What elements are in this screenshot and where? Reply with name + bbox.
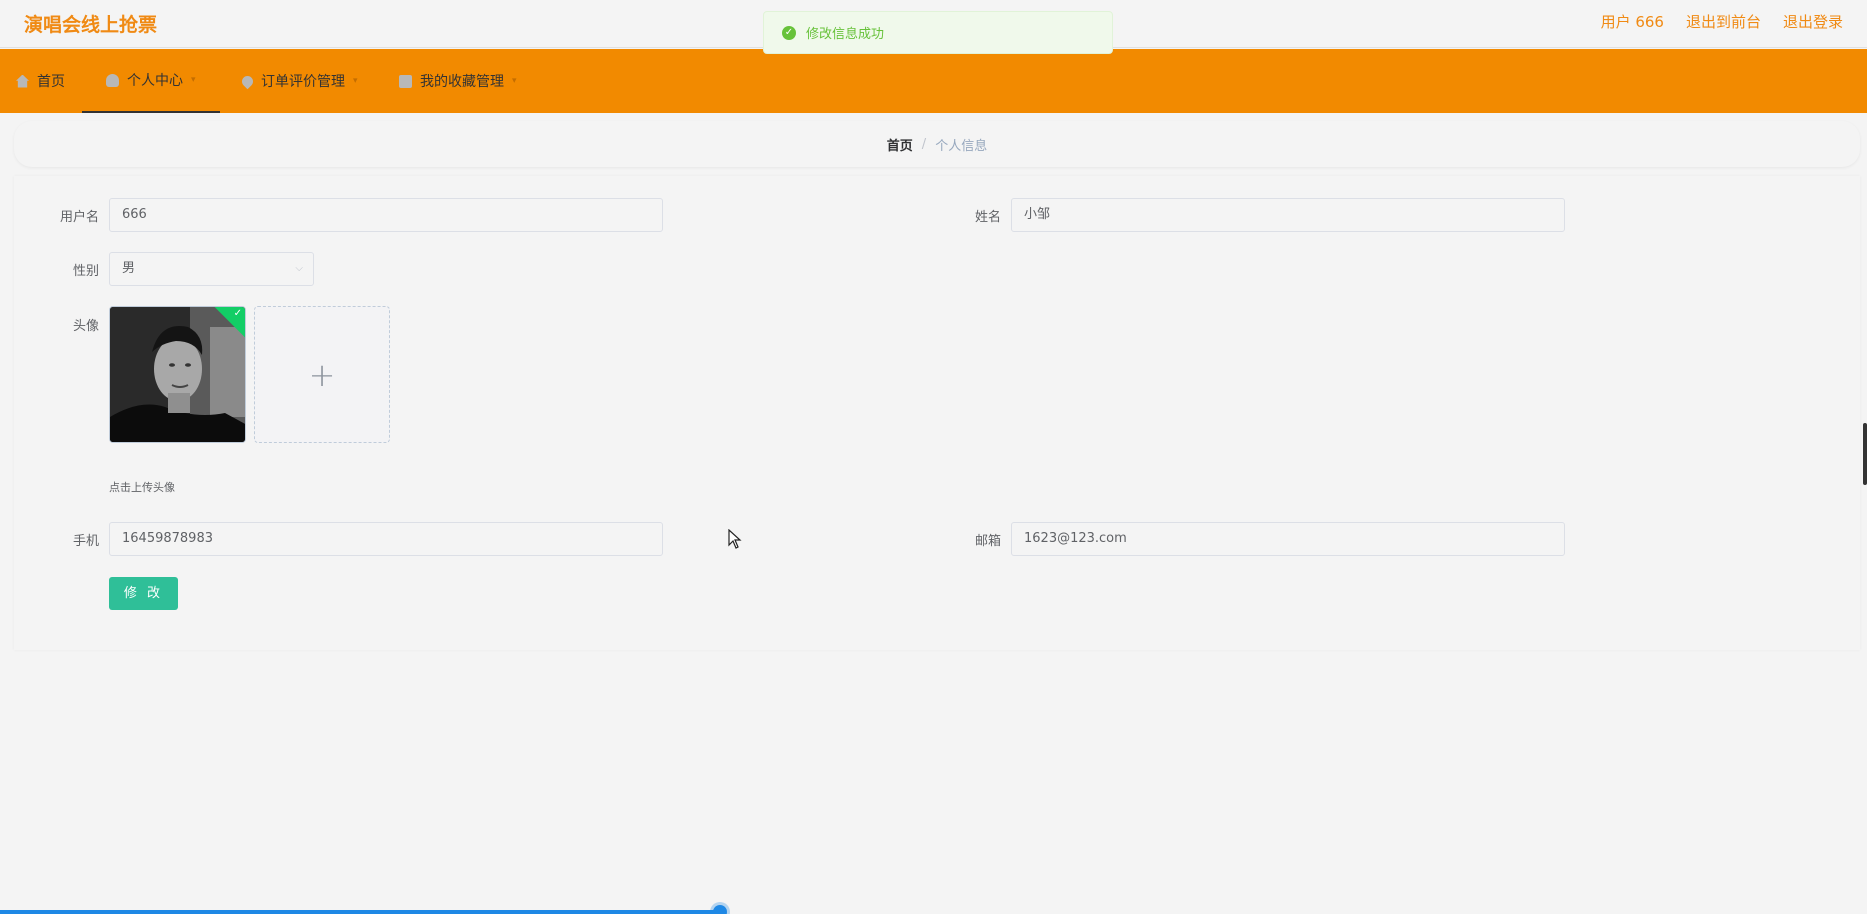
chevron-down-icon: ▾ [353,76,358,86]
avatar-photo [110,307,245,442]
submit-edit-button[interactable]: 修 改 [109,577,178,610]
email-input[interactable]: 1623@123.com [1011,522,1565,556]
toast-message: 修改信息成功 [806,27,885,42]
breadcrumb-current: 个人信息 [935,138,988,154]
gender-select[interactable]: 男 ⌵ [109,252,314,286]
breadcrumb: 首页 / 个人信息 [14,121,1860,167]
name-input[interactable]: 小邹 [1011,198,1565,232]
gender-selected-value: 男 [122,261,136,276]
nav-item-label: 订单评价管理 [261,74,345,90]
success-toast: ✓ 修改信息成功 [763,11,1113,54]
map-pin-icon [239,73,256,89]
gender-label: 性别 [72,264,99,279]
phone-input[interactable]: 16459878983 [109,522,663,556]
nav-item-label: 个人中心 [127,73,183,89]
success-check-icon: ✓ [782,25,796,40]
breadcrumb-home[interactable]: 首页 [887,135,913,154]
email-label: 邮箱 [974,534,1001,549]
user-icon [106,73,119,87]
avatar-upload-hint: 点击上传头像 [109,481,175,494]
check-icon: ✓ [233,308,242,319]
chevron-down-icon: ▾ [191,75,196,85]
chevron-down-icon: ▾ [512,76,517,86]
scrollbar-thumb[interactable] [1863,423,1867,485]
plus-icon: + [308,355,336,394]
nav-item-label: 我的收藏管理 [420,74,504,90]
username-label: 用户名 [59,210,99,225]
nav-item-label: 首页 [37,74,65,90]
home-icon [16,74,29,88]
nav-item-home[interactable]: 首页 [16,49,65,113]
chevron-down-icon: ⌵ [295,263,303,274]
phone-label: 手机 [72,534,99,549]
nav-item-order-review[interactable]: 订单评价管理 ▾ [239,49,358,113]
box-icon [399,74,412,88]
nav-item-favorites[interactable]: 我的收藏管理 ▾ [399,49,517,113]
progress-handle[interactable] [713,905,727,914]
name-label: 姓名 [974,210,1001,225]
mouse-cursor-icon [728,529,742,549]
back-to-front-link[interactable]: 退出到前台 [1686,11,1761,32]
avatar[interactable]: ✓ [109,306,246,443]
logout-link[interactable]: 退出登录 [1783,11,1843,32]
current-user-label[interactable]: 用户 666 [1601,11,1664,32]
avatar-label: 头像 [72,319,99,334]
avatar-upload-button[interactable]: + [254,306,390,443]
nav-item-personal-center[interactable]: 个人中心 ▾ [82,49,220,113]
top-right-links: 用户 666 退出到前台 退出登录 [1601,11,1843,32]
breadcrumb-separator: / [921,136,927,152]
page-progress-bar [0,910,722,914]
brand-title: 演唱会线上抢票 [24,14,158,36]
username-input[interactable]: 666 [109,198,663,232]
main-navbar: 首页 个人中心 ▾ 订单评价管理 ▾ 我的收藏管理 ▾ [0,49,1867,113]
